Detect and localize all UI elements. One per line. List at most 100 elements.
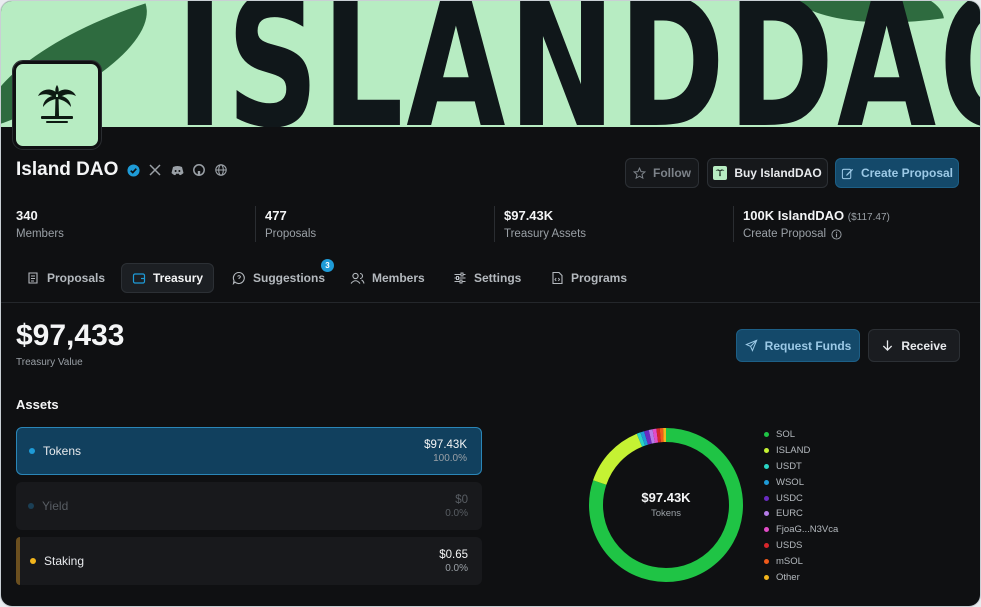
tab-suggestions[interactable]: Suggestions [222, 263, 335, 293]
tab-label: Proposals [47, 271, 106, 285]
star-icon [633, 166, 646, 179]
asset-value: $0 [455, 493, 468, 506]
legend-label: Other [776, 571, 800, 583]
arrow-down-icon [883, 340, 893, 352]
tab-programs[interactable]: Programs [540, 263, 637, 293]
stat-label: Treasury Assets [504, 228, 587, 240]
scroll-icon [28, 272, 38, 284]
stat-proposals: 477 Proposals [265, 208, 316, 240]
asset-dot [30, 558, 36, 564]
stat-divider [494, 206, 495, 242]
asset-dot [29, 448, 35, 454]
legend-dot [764, 558, 769, 564]
tab-members[interactable]: Members [340, 263, 435, 293]
legend-item: USDS [764, 538, 838, 554]
tab-proposals[interactable]: Proposals [16, 263, 115, 293]
globe-icon[interactable] [214, 163, 228, 177]
legend-item: WSOL [764, 474, 838, 490]
tab-treasury[interactable]: Treasury [121, 263, 215, 293]
donut-center-label: Tokens [650, 508, 682, 519]
legend-item: Other [764, 569, 838, 585]
legend-item: USDC [764, 490, 838, 506]
asset-row-staking[interactable]: Staking $0.65 0.0% [16, 537, 482, 585]
legend-label: SOL [776, 429, 796, 441]
sliders-icon [454, 272, 466, 284]
request-funds-button[interactable]: Request Funds [736, 329, 860, 362]
legend-item: EURC [764, 506, 838, 522]
donut-slice-eurc[interactable] [648, 429, 656, 444]
tab-divider [1, 302, 980, 303]
asset-percent: 0.0% [445, 562, 468, 574]
info-icon[interactable] [831, 228, 842, 240]
discord-icon[interactable] [170, 163, 184, 177]
asset-dot [28, 503, 34, 509]
donut-slice-wsol[interactable] [640, 431, 649, 446]
tab-settings[interactable]: Settings [443, 263, 531, 293]
asset-name: Staking [44, 554, 85, 568]
asset-name: Yield [42, 499, 69, 513]
legend-label: USDT [776, 460, 802, 472]
asset-percent: 100.0% [433, 452, 467, 464]
stat-divider [733, 206, 734, 242]
treasury-value: $97,433 [16, 319, 125, 352]
suggestions-count-badge: 3 [321, 259, 334, 272]
create-proposal-button[interactable]: Create Proposal [835, 158, 959, 188]
follow-label: Follow [653, 166, 691, 180]
banner-image: ISLANDDAO [1, 1, 980, 127]
legend-label: EURC [776, 508, 803, 520]
legend-label: USDS [776, 539, 803, 551]
stat-label: Create Proposal [743, 228, 827, 240]
donut-slice-usdc[interactable] [644, 429, 652, 445]
x-twitter-icon[interactable] [148, 163, 162, 177]
tab-label: Members [372, 271, 425, 285]
row-accent [16, 537, 20, 585]
legend-item: mSOL [764, 553, 838, 569]
donut-slice-island[interactable] [593, 433, 643, 486]
donut-center: $97.43K Tokens [587, 490, 745, 519]
buy-token-button[interactable]: Buy IslandDAO [707, 158, 828, 188]
dao-avatar [12, 60, 102, 150]
wallet-icon [132, 273, 146, 284]
legend-dot [764, 511, 769, 517]
asset-amount: $0.65 0.0% [439, 549, 468, 574]
asset-amount: $0 0.0% [445, 494, 468, 519]
chat-question-icon [232, 271, 245, 285]
asset-row-yield[interactable]: Yield $0 0.0% [16, 482, 482, 530]
legend-dot [764, 479, 769, 485]
stat-members: 340 Members [16, 208, 64, 240]
tab-label: Treasury [153, 271, 204, 285]
asset-amount: $97.43K 100.0% [424, 439, 467, 464]
create-proposal-label: Create Proposal [860, 166, 954, 180]
receive-label: Receive [901, 338, 947, 353]
edit-icon [841, 168, 854, 179]
legend-dot [764, 527, 769, 533]
stat-label: Proposals [265, 228, 317, 240]
treasury-value-label: Treasury Value [16, 357, 83, 368]
palm-tree-icon [38, 85, 76, 123]
stat-value: $97.43K [504, 208, 554, 223]
legend-item: FjoaG...N3Vca [764, 522, 838, 538]
dao-title-row: Island DAO [16, 159, 228, 181]
legend-label: USDC [776, 492, 803, 504]
github-icon[interactable] [192, 163, 206, 177]
dao-name: Island DAO [16, 159, 119, 180]
verified-icon [126, 163, 140, 177]
file-code-icon [552, 271, 563, 285]
asset-row-tokens[interactable]: Tokens $97.43K 100.0% [16, 427, 482, 475]
stat-label: Members [16, 228, 64, 240]
stat-label-row: Create Proposal [743, 228, 890, 240]
asset-value: $97.43K [424, 438, 467, 451]
legend-label: mSOL [776, 555, 803, 567]
receive-button[interactable]: Receive [868, 329, 960, 362]
buy-label: Buy IslandDAO [734, 166, 822, 180]
legend-label: ISLAND [776, 445, 811, 457]
follow-button[interactable]: Follow [625, 158, 699, 188]
donut-slice-fjoag-n3vca[interactable] [652, 428, 659, 443]
asset-name: Tokens [43, 444, 82, 458]
stat-divider [255, 206, 256, 242]
request-funds-label: Request Funds [764, 338, 852, 353]
users-icon [350, 272, 365, 284]
legend-dot [764, 495, 769, 501]
donut-slice-usdt[interactable] [636, 432, 646, 447]
assets-heading: Assets [16, 397, 59, 412]
